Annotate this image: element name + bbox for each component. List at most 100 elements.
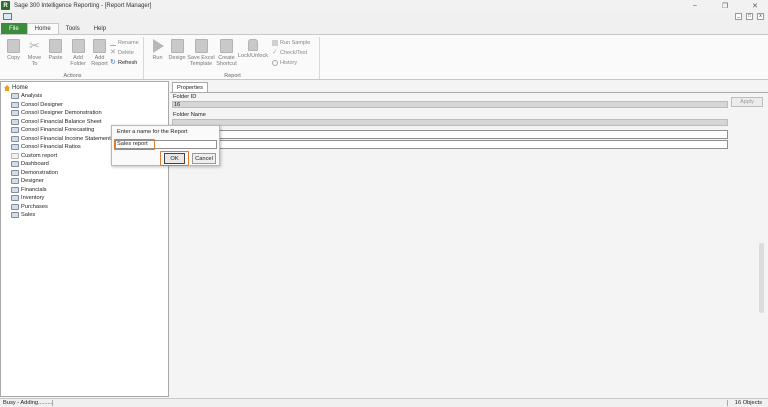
run-label: Run [152,55,163,61]
move-to-label: Move To [27,55,42,67]
check-icon: ✓ [272,49,278,56]
tree-item-label: Consol Financial Forecasting [21,127,95,134]
apply-button[interactable]: Apply [731,97,763,107]
object-count: 16 Objects [734,400,762,406]
tab-home[interactable]: Home [26,23,59,34]
tab-properties[interactable]: Properties [172,82,208,92]
restore-icon[interactable]: ❐ [720,2,730,10]
vertical-scrollbar[interactable] [759,243,764,313]
properties-body: Folder ID 16 Folder Name Apply [170,92,768,397]
status-separator [727,400,728,406]
minimize-icon[interactable]: – [690,2,700,9]
properties-panel: Properties Folder ID 16 Folder Name Appl… [170,81,768,397]
tree-item[interactable]: Purchases [11,203,111,212]
tree-item-label: Dashboard [21,161,49,168]
run-sample-button[interactable]: Run Sample [272,40,310,46]
design-icon [170,39,184,53]
create-shortcut-button[interactable]: Create Shortcut [215,39,238,67]
copy-button[interactable]: Copy [4,39,23,61]
tree-item-label: Consol Financial Ratios [21,144,81,151]
check-test-label: Check/Test [280,50,308,56]
tree-item[interactable]: Consol Financial Balance Sheet [11,118,111,127]
tree-item[interactable]: Analysis [11,92,111,101]
tab-tools[interactable]: Tools [59,23,87,34]
mdi-restore-icon[interactable]: □ [746,13,753,20]
tree-item[interactable]: Financials [11,186,111,195]
save-excel-template-label: Save Excel Template [187,55,215,67]
folder-icon [11,186,19,193]
mdi-minimize-icon[interactable]: _ [735,13,742,20]
folder-icon [11,144,19,151]
tab-help[interactable]: Help [87,23,113,34]
report-name-dialog: Enter a name for the Report Sales report… [111,125,220,166]
add-report-button[interactable]: Add Report [89,39,110,67]
tree-item[interactable]: Consol Designer Demonstration [11,109,111,118]
cancel-button[interactable]: Cancel [192,153,216,164]
status-text: Busy - Adding......... [3,400,53,406]
report-group-label: Report [224,73,241,79]
tree-item[interactable]: Demonstration [11,169,111,178]
paste-button[interactable]: Paste [46,39,65,61]
lock-icon [248,39,258,51]
home-icon [4,85,10,91]
folder-icon [11,93,19,100]
mdi-controls: _ □ x [735,13,764,20]
name-input-field[interactable] [172,130,728,139]
tree-item[interactable]: Inventory [11,194,111,203]
add-folder-button[interactable]: Add Folder [67,39,89,67]
mdi-close-icon[interactable]: x [757,13,764,20]
close-icon[interactable]: ✕ [750,2,760,10]
tree-item-label: Designer [21,178,44,185]
tree-item-label: Sales [21,212,36,219]
tree-item-label: Inventory [21,195,45,202]
tree-item[interactable]: Dashboard [11,160,111,169]
tree-item-label: Financials [21,186,47,193]
shortcut-icon [220,39,233,53]
folder-name-field[interactable] [172,119,728,126]
check-test-button[interactable]: ✓ Check/Test [272,49,308,56]
report-group: Run Design Save Excel Template Create Sh… [146,37,320,79]
folder-icon [11,135,19,142]
refresh-button[interactable]: ↻ Refresh [110,59,137,66]
delete-button[interactable]: ✕ Delete [110,49,134,56]
lock-unlock-label: Lock/Unlock [238,53,268,59]
tree-item[interactable]: Sales [11,211,111,220]
run-icon [153,39,164,53]
tree-root-home[interactable]: Home [4,85,28,91]
paste-label: Paste [48,55,63,61]
history-icon [272,60,278,66]
run-button[interactable]: Run [148,39,167,61]
tree-item-label: Demonstration [21,169,58,176]
tree-item[interactable]: Consol Financial Income Statement [11,135,111,144]
tree-item[interactable]: Designer [11,177,111,186]
history-button[interactable]: History [272,60,297,66]
folder-icon [11,110,19,117]
lock-unlock-button[interactable]: Lock/Unlock [238,39,268,59]
folder-icon [11,118,19,125]
tree-item[interactable]: Consol Designer [11,101,111,110]
folder-icon [11,152,19,159]
tree-item[interactable]: Consol Financial Ratios [11,143,111,152]
tree-item-label: Consol Financial Balance Sheet [21,118,102,125]
tab-file[interactable]: File [1,23,27,34]
tree-item[interactable]: Consol Financial Forecasting [11,126,111,135]
copy-icon [7,39,20,53]
save-excel-template-button[interactable]: Save Excel Template [187,39,215,67]
description-field[interactable] [172,140,728,149]
ok-highlight [160,151,189,166]
actions-group: Copy ✂ Move To Paste Add Folder Add Repo… [2,37,144,79]
folder-id-field: 16 [172,101,728,108]
add-folder-icon [71,39,85,53]
add-folder-label: Add Folder [70,55,86,67]
folder-name-label: Folder Name [173,112,206,118]
create-shortcut-label: Create Shortcut [216,55,237,67]
move-to-button[interactable]: ✂ Move To [25,38,44,68]
tree-item[interactable]: Custom report [11,152,111,161]
mdi-bar: _ □ x [0,11,768,23]
design-button[interactable]: Design [167,39,187,61]
scissors-icon: ✂ [29,38,40,53]
tree-item-label: Custom report [21,152,58,159]
input-highlight [114,139,155,150]
title-bar: R Sage 300 Intelligence Reporting - [Rep… [0,0,768,11]
rename-button[interactable]: Rename [110,40,139,46]
